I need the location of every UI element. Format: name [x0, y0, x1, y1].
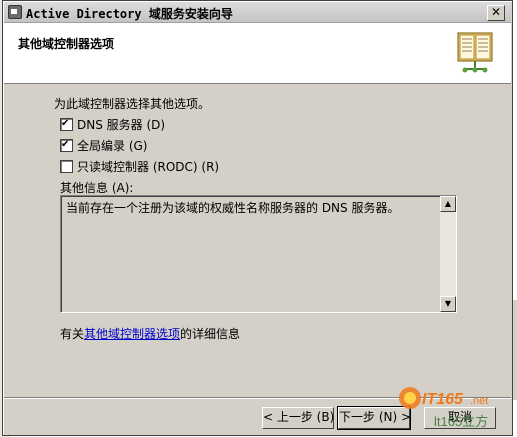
- help-prefix: 有关: [60, 327, 85, 341]
- rodc-checkbox[interactable]: [60, 160, 73, 173]
- global-catalog-option[interactable]: 全局编录 (G): [60, 137, 147, 154]
- dns-server-checkbox[interactable]: [60, 118, 73, 131]
- wizard-header: 其他域控制器选项: [4, 23, 511, 84]
- other-info-text: 当前存在一个注册为该域的权威性名称服务器的 DNS 服务器。: [66, 201, 400, 215]
- wizard-window: Active Directory 域服务安装向导 ✕ 其他域控制器选项 为此域控…: [2, 0, 513, 436]
- dns-server-option[interactable]: DNS 服务器 (D): [60, 116, 165, 133]
- watermark-text: IT165: [422, 391, 464, 408]
- intro-text: 为此域控制器选择其他选项。: [54, 97, 211, 111]
- close-button[interactable]: ✕: [487, 5, 505, 21]
- rodc-label: 只读域控制器 (RODC) (R): [77, 160, 220, 174]
- wizard-content: 为此域控制器选择其他选项。 DNS 服务器 (D) 全局编录 (G) 只读域控制…: [4, 85, 511, 395]
- help-line: 有关其他域控制器选项的详细信息: [60, 325, 240, 342]
- global-catalog-label: 全局编录 (G): [77, 139, 148, 153]
- help-link[interactable]: 其他域控制器选项: [84, 327, 180, 341]
- window-title: Active Directory 域服务安装向导: [26, 7, 233, 21]
- global-catalog-checkbox[interactable]: [60, 139, 73, 152]
- watermark-suffix: .net: [470, 395, 488, 407]
- scroll-down-icon[interactable]: ▼: [440, 296, 456, 312]
- other-info-textbox[interactable]: 当前存在一个注册为该域的权威性名称服务器的 DNS 服务器。 ▲ ▼: [60, 195, 457, 313]
- page-title: 其他域控制器选项: [18, 37, 115, 51]
- other-info-label: 其他信息 (A):: [60, 181, 134, 195]
- book-icon: [457, 32, 493, 73]
- watermark-logo: IT165 .net lt165立方: [399, 387, 488, 429]
- back-button[interactable]: < 上一步 (B): [262, 407, 334, 429]
- help-suffix: 的详细信息: [180, 327, 241, 341]
- vertical-scrollbar[interactable]: ▲ ▼: [440, 196, 456, 312]
- scroll-up-icon[interactable]: ▲: [440, 196, 456, 212]
- rodc-option[interactable]: 只读域控制器 (RODC) (R): [60, 158, 219, 175]
- dns-server-label: DNS 服务器 (D): [77, 118, 166, 132]
- app-icon: [8, 5, 22, 19]
- watermark-brand: lt165立方: [434, 414, 488, 429]
- title-bar[interactable]: Active Directory 域服务安装向导 ✕: [4, 2, 511, 23]
